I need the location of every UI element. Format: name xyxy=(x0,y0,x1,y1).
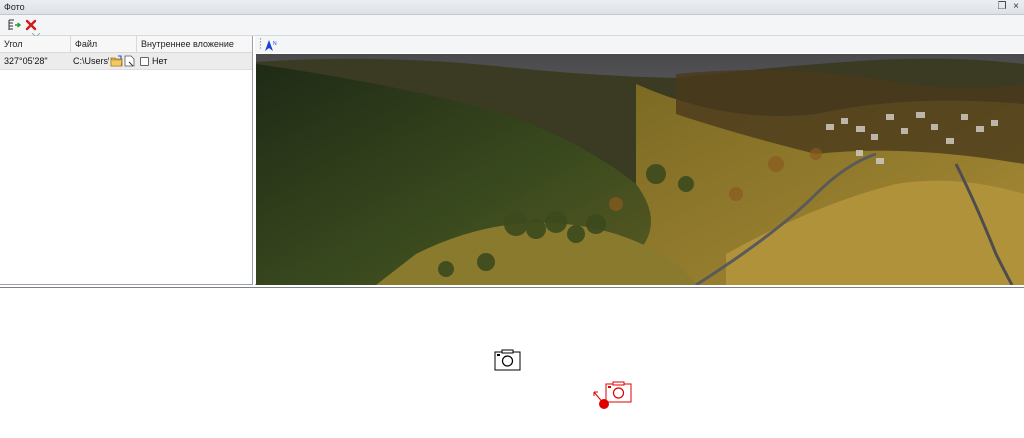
preview-toolbar: N xyxy=(255,36,1024,53)
table-row[interactable]: 327°05'28" C:\Users\ Нет xyxy=(0,53,252,70)
panorama-photo[interactable] xyxy=(256,54,1024,285)
embedded-checkbox[interactable] xyxy=(140,57,149,66)
file-path-cell[interactable]: C:\Users\ xyxy=(73,53,109,70)
svg-text:N: N xyxy=(273,41,277,47)
restore-window-icon[interactable]: ❐ xyxy=(996,1,1008,13)
camera-icon[interactable] xyxy=(494,349,521,371)
north-arrow-icon: N xyxy=(265,39,277,51)
photo-toolbar xyxy=(0,15,1024,37)
close-window-icon[interactable]: × xyxy=(1010,1,1022,13)
delete-photo-button[interactable] xyxy=(24,18,38,32)
column-header-embedded[interactable]: Внутреннее вложение xyxy=(137,36,252,53)
add-photo-icon xyxy=(8,19,21,30)
column-header-file[interactable]: Файл xyxy=(71,36,137,53)
embedded-value: Нет xyxy=(152,56,168,66)
map-view[interactable] xyxy=(0,287,1024,438)
angle-cell: 327°05'28" xyxy=(4,56,48,66)
table-header: Угол Файл Внутреннее вложение xyxy=(0,36,252,53)
file-link-icon[interactable] xyxy=(124,55,135,69)
delete-x-icon xyxy=(25,19,37,31)
dotted-grip xyxy=(259,37,262,53)
window-title: Фото xyxy=(4,2,25,12)
photo-preview-panel: N xyxy=(255,36,1024,285)
view-direction-line xyxy=(593,391,605,405)
north-orientation-button[interactable]: N xyxy=(264,38,278,52)
column-header-angle[interactable]: Угол xyxy=(0,36,71,53)
open-folder-icon[interactable] xyxy=(110,55,123,69)
photo-list-panel: Угол Файл Внутреннее вложение 327°05'28"… xyxy=(0,36,253,285)
add-photo-button[interactable] xyxy=(7,18,21,32)
window-titlebar: Фото ❐ × xyxy=(0,0,1024,15)
selected-camera-icon[interactable] xyxy=(590,379,634,411)
